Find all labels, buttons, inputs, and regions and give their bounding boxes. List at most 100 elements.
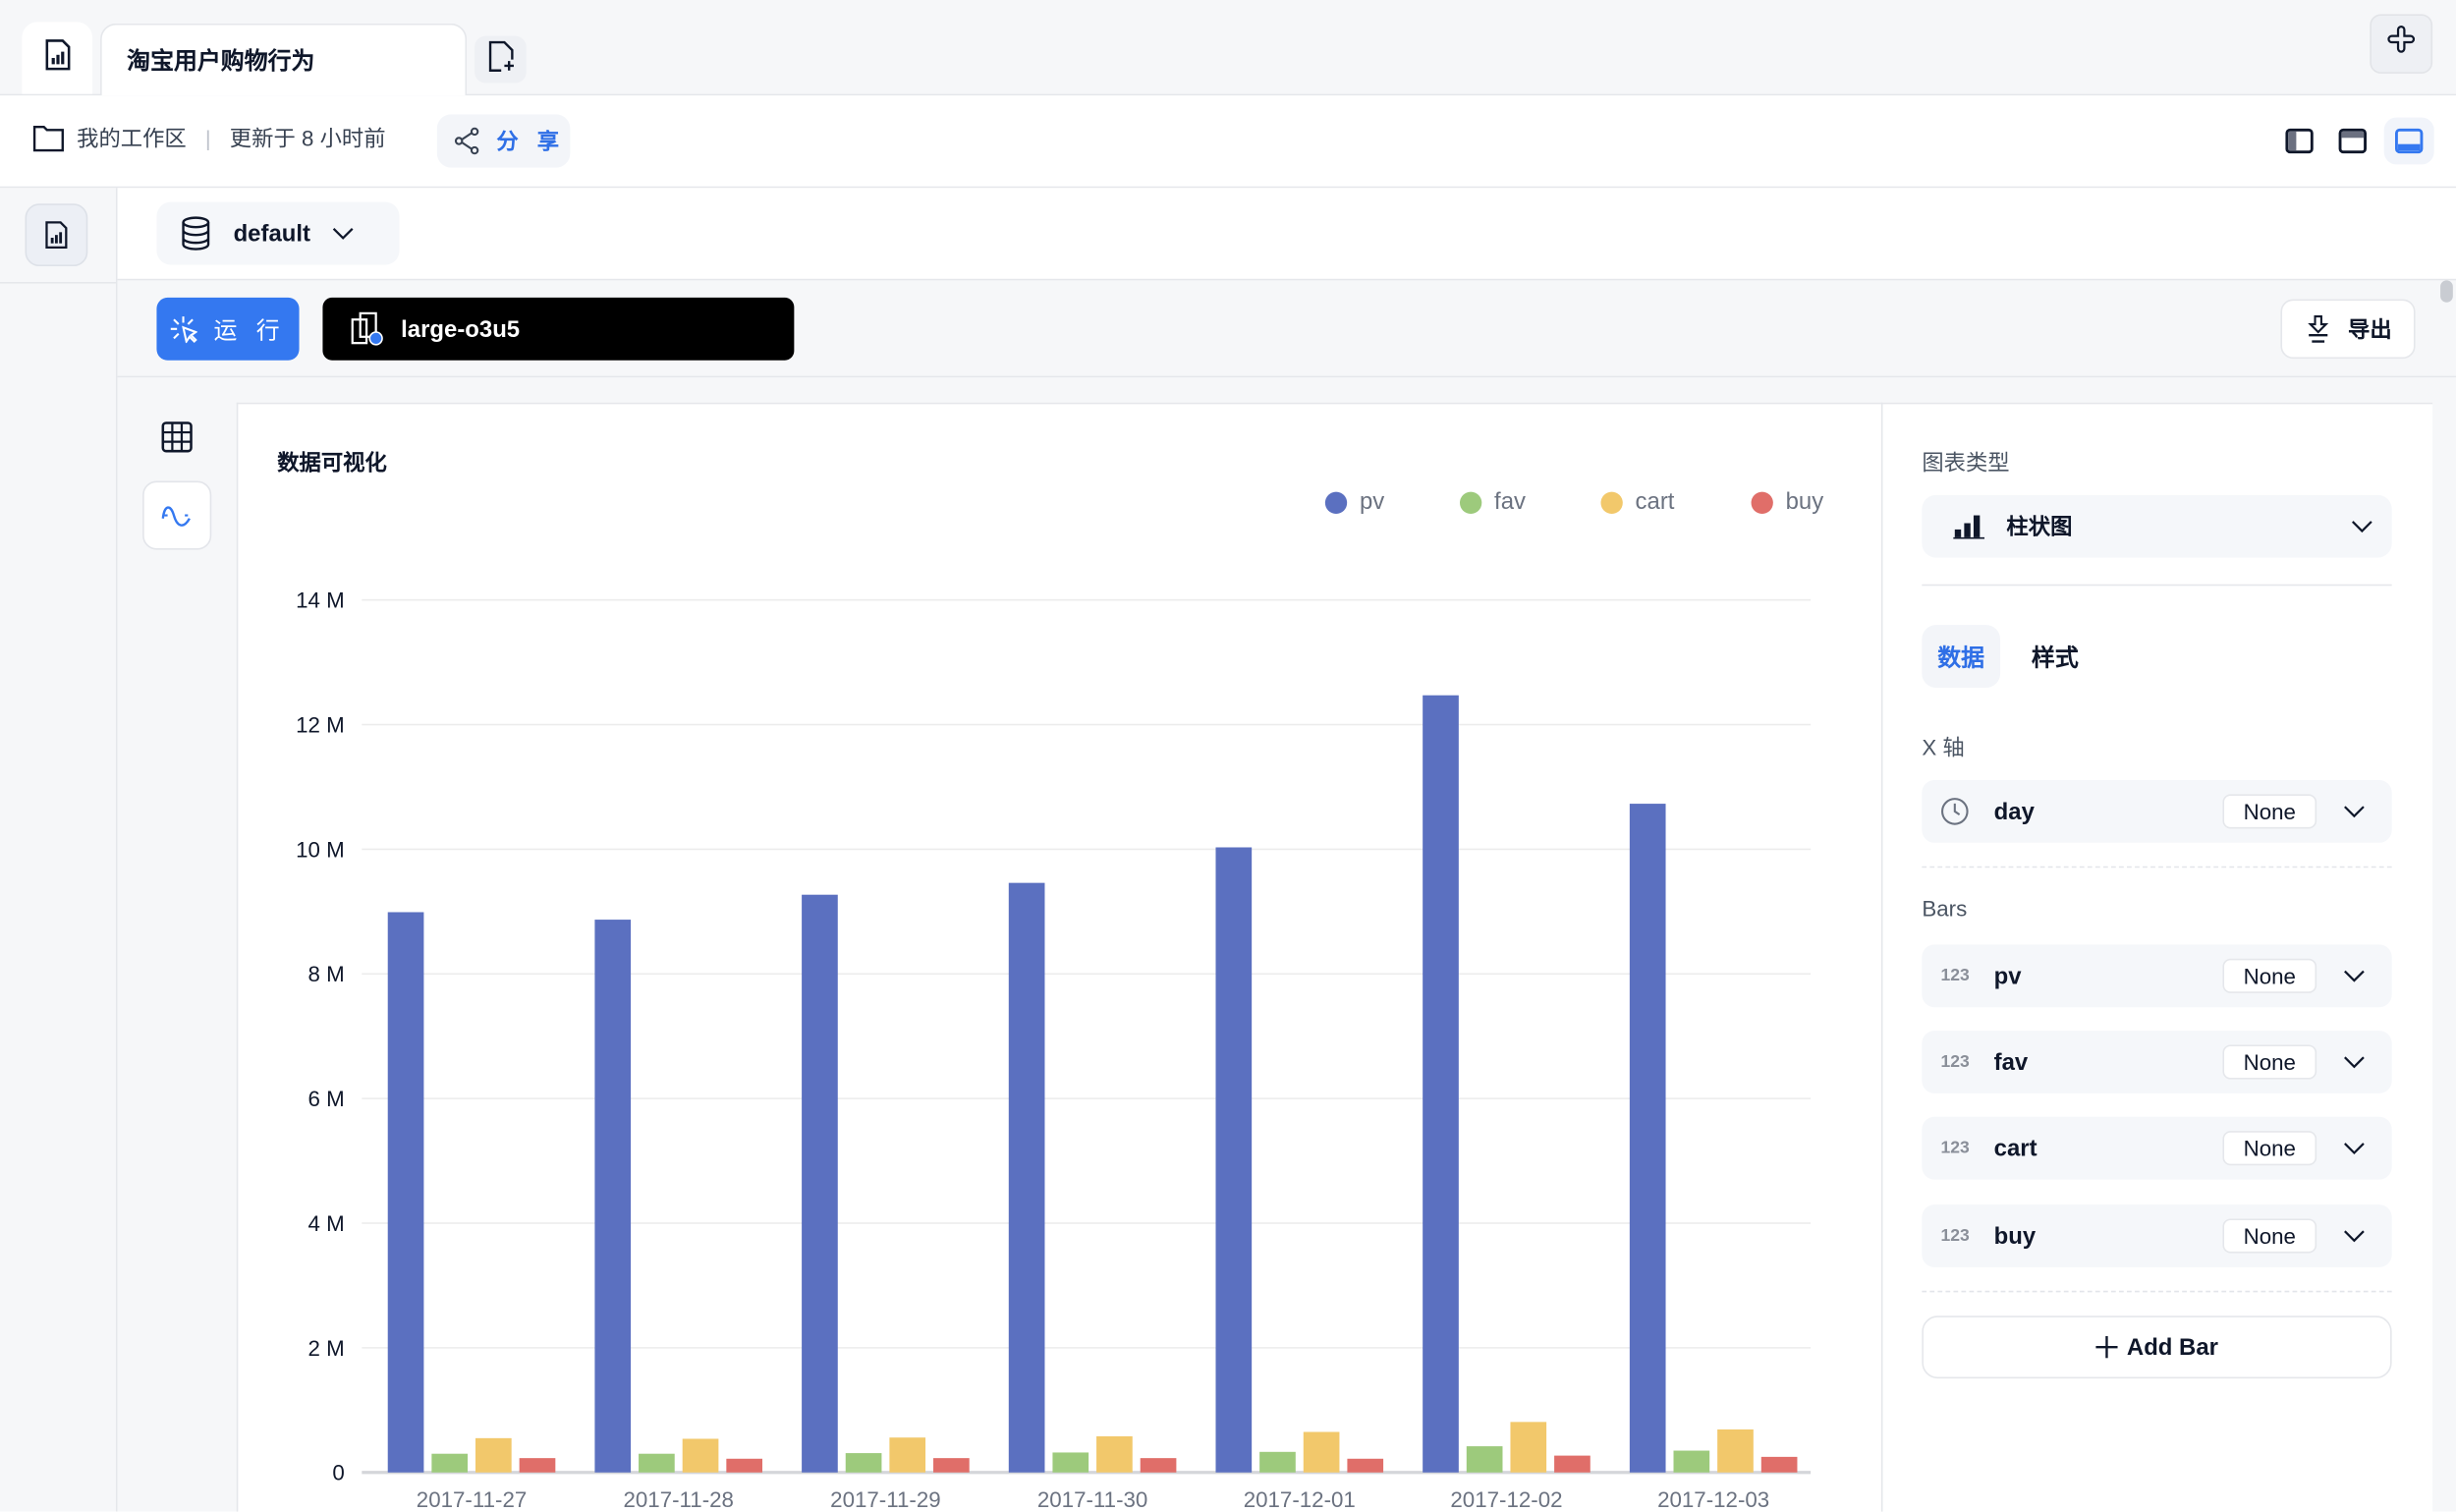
bar-pv <box>387 912 424 1473</box>
chevron-down-icon <box>2351 520 2372 533</box>
chevron-down-icon[interactable] <box>2338 970 2370 982</box>
workspace-link[interactable]: 我的工作区 <box>77 122 187 153</box>
bar-field-name: buy <box>1993 1222 2037 1250</box>
chevron-down-icon[interactable] <box>2338 1142 2370 1155</box>
layout-bottom-panel-toggle[interactable] <box>2383 117 2434 165</box>
bar-fav <box>1673 1450 1710 1473</box>
chart-type-select[interactable]: 柱状图 <box>1922 494 2392 558</box>
new-tab-button[interactable] <box>474 35 527 84</box>
x-axis-field[interactable]: day None <box>1922 780 2392 843</box>
number-type-icon: 123 <box>1940 1139 1970 1158</box>
bar-field-aggregation[interactable]: None <box>2222 1044 2317 1080</box>
bar-cart <box>1096 1435 1133 1473</box>
legend-label: fav <box>1494 488 1526 516</box>
chevron-down-icon[interactable] <box>2338 1230 2370 1243</box>
tab-active[interactable]: 淘宝用户购物行为 <box>100 23 468 96</box>
report-nav-button[interactable] <box>25 203 88 267</box>
y-tick-label: 4 M <box>308 1211 345 1236</box>
download-icon <box>2304 314 2332 343</box>
bar-field-aggregation[interactable]: None <box>2222 1218 2317 1254</box>
legend-item-cart[interactable]: cart <box>1600 488 1751 516</box>
bar-pv <box>1423 695 1459 1473</box>
connection-selector[interactable]: large-o3u5 <box>322 297 795 361</box>
bar-pv <box>1215 847 1253 1473</box>
tab-style[interactable]: 样式 <box>2021 625 2090 688</box>
database-name: default <box>233 220 310 248</box>
bar-fav <box>431 1453 469 1473</box>
chart-legend: pv fav cart buy <box>1324 488 1846 516</box>
legend-dot <box>1324 490 1348 514</box>
bar-buy <box>933 1458 970 1473</box>
table-view-button[interactable] <box>142 404 211 470</box>
y-tick-label: 0 <box>332 1461 344 1485</box>
bar-pv <box>1629 804 1666 1473</box>
puzzle-icon <box>2385 25 2417 64</box>
bar-buy <box>1347 1458 1384 1473</box>
bar-cart <box>1510 1422 1547 1473</box>
chart-title: 数据可视化 <box>277 449 387 476</box>
legend-label: buy <box>1785 488 1824 516</box>
x-tick-label: 2017-11-30 <box>1037 1487 1147 1512</box>
database-select[interactable]: default <box>156 201 400 265</box>
plugin-button[interactable] <box>2370 14 2433 74</box>
bar-field-buy[interactable]: 123 buy None <box>1922 1204 2392 1267</box>
bar-field-aggregation[interactable]: None <box>2222 958 2317 993</box>
updated-time: 更新于 8 小时前 <box>229 125 386 151</box>
report-icon <box>43 38 72 78</box>
scrollbar-thumb[interactable] <box>2440 280 2453 303</box>
cursor-click-icon <box>170 314 198 344</box>
x-tick-label: 2017-12-03 <box>1657 1487 1769 1512</box>
run-button[interactable]: 运 行 <box>156 297 300 361</box>
export-label: 导出 <box>2348 316 2392 342</box>
share-label: 分 享 <box>496 128 566 154</box>
bar-cart <box>889 1437 926 1473</box>
bar-fav <box>1466 1446 1503 1473</box>
database-row <box>117 188 2456 281</box>
bar-field-pv[interactable]: 123 pv None <box>1922 944 2392 1008</box>
export-button[interactable]: 导出 <box>2280 299 2416 360</box>
tab-data[interactable]: 数据 <box>1922 625 2001 688</box>
bar-field-cart[interactable]: 123 cart None <box>1922 1116 2392 1180</box>
report-icon <box>44 221 70 250</box>
sidebar-left-icon <box>2285 127 2314 155</box>
legend-dot <box>1751 490 1773 514</box>
x-field-aggregation[interactable]: None <box>2222 794 2317 829</box>
dashed-divider <box>1922 1290 2392 1293</box>
chevron-down-icon[interactable] <box>2338 1056 2370 1069</box>
run-label: 运 行 <box>213 316 287 344</box>
share-icon <box>453 127 481 155</box>
legend-item-fav[interactable]: fav <box>1459 488 1600 516</box>
legend-dot <box>1600 490 1623 514</box>
layout-top-panel-toggle[interactable] <box>2334 122 2372 159</box>
legend-label: pv <box>1359 488 1385 516</box>
layout-left-panel-toggle[interactable] <box>2280 122 2317 159</box>
bar-field-fav[interactable]: 123 fav None <box>1922 1031 2392 1093</box>
table-icon <box>161 421 193 453</box>
x-tick-label: 2017-12-01 <box>1244 1487 1356 1512</box>
plus-icon <box>2095 1336 2118 1359</box>
bar-buy <box>726 1458 763 1473</box>
clock-icon <box>1940 798 1975 826</box>
legend-item-pv[interactable]: pv <box>1324 488 1460 516</box>
bar-pv <box>1008 882 1045 1473</box>
connection-name: large-o3u5 <box>401 315 521 343</box>
legend-item-buy[interactable]: buy <box>1751 488 1846 516</box>
share-button[interactable]: 分 享 <box>436 114 571 168</box>
y-tick-label: 2 M <box>308 1336 345 1361</box>
bar-field-name: fav <box>1993 1048 2029 1076</box>
x-tick-label: 2017-12-02 <box>1450 1487 1562 1512</box>
home-tab[interactable] <box>22 22 93 94</box>
tab-title: 淘宝用户购物行为 <box>127 48 315 76</box>
add-bar-button[interactable]: Add Bar <box>1922 1316 2392 1379</box>
chart-view-button[interactable] <box>142 480 212 550</box>
bar-fav <box>639 1453 675 1473</box>
number-type-icon: 123 <box>1940 1052 1970 1072</box>
bar-field-aggregation[interactable]: None <box>2222 1131 2317 1166</box>
bar-buy <box>1554 1455 1591 1473</box>
bar-cart <box>1717 1428 1754 1473</box>
bars-label: Bars <box>1922 895 1968 922</box>
chevron-down-icon[interactable] <box>2338 806 2370 818</box>
bar-fav <box>845 1453 882 1473</box>
bar-cart <box>475 1437 512 1473</box>
bar-fav <box>1052 1452 1089 1473</box>
